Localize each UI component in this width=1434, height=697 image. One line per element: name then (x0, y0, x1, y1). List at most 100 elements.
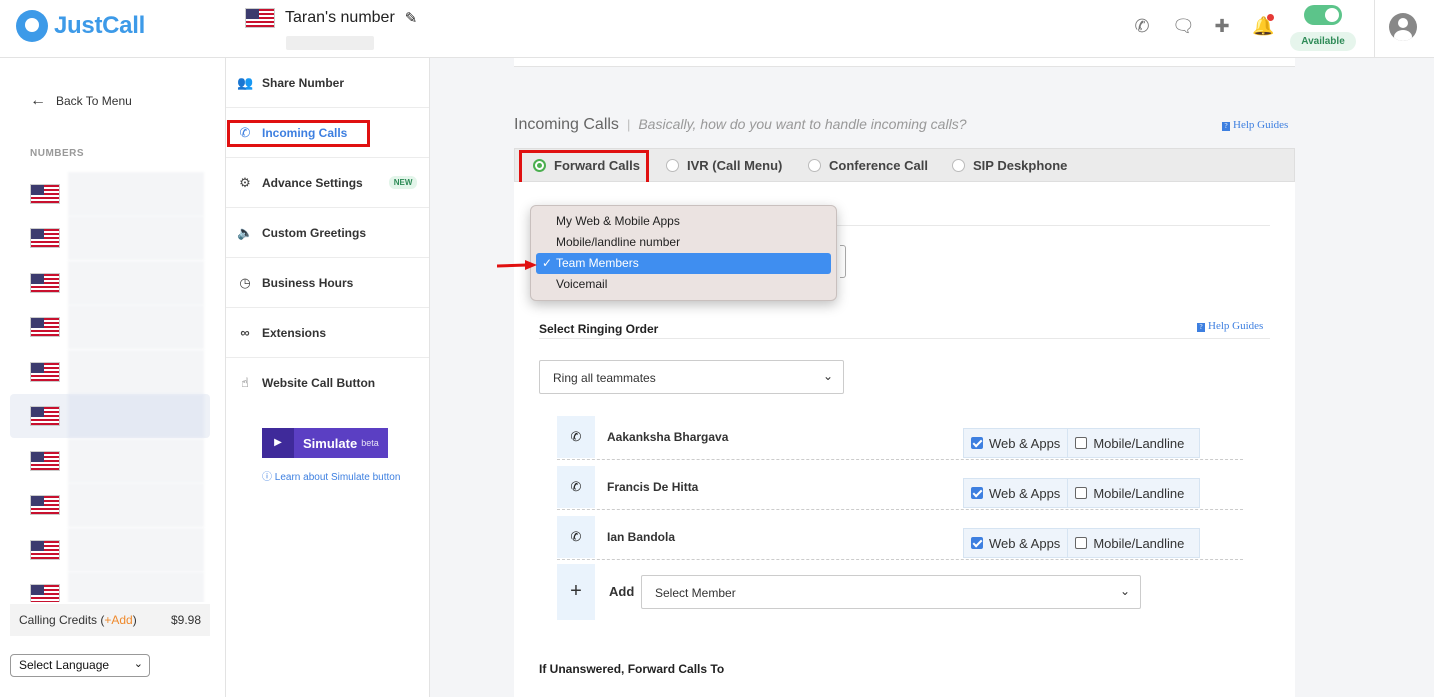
number-item[interactable] (10, 528, 210, 572)
number-redacted (286, 36, 374, 50)
edit-pencil-icon[interactable]: ✎ (405, 9, 418, 27)
main-content: Incoming Calls | Basically, how do you wan… (430, 58, 1434, 697)
simulate-button[interactable]: ▶ Simulate beta (262, 428, 388, 458)
back-to-menu-link[interactable]: ← Back To Menu (30, 92, 132, 110)
red-arrow-annotation (497, 260, 537, 270)
bell-icon[interactable]: 🔔 (1252, 14, 1274, 37)
highlight-box (519, 150, 649, 186)
menu-extensions[interactable]: ∞ Extensions (226, 308, 429, 358)
menu-share-number[interactable]: 👥 Share Number (226, 58, 429, 108)
checkbox (1075, 437, 1088, 449)
mobile-landline-checkbox[interactable]: Mobile/Landline (1067, 529, 1191, 557)
radio (666, 159, 679, 172)
select-member-value: Select Member (655, 586, 736, 600)
device-options: Web & Apps Mobile/Landline (963, 428, 1200, 458)
tab-label: SIP Deskphone (973, 158, 1068, 173)
dropdown-option-selected[interactable]: ✓ Team Members (536, 253, 831, 274)
member-name: Francis De Hitta (607, 480, 699, 494)
us-flag-icon (245, 8, 275, 28)
calling-credits: Calling Credits (+Add) $9.98 (10, 604, 210, 636)
checkbox-checked (971, 537, 983, 549)
learn-simulate-link[interactable]: ⓘ Learn about Simulate button (262, 468, 400, 483)
number-item[interactable] (10, 261, 210, 305)
divider (1374, 0, 1375, 58)
menu-custom-greetings[interactable]: 🔈 Custom Greetings (226, 208, 429, 258)
unanswered-title: If Unanswered, Forward Calls To (539, 662, 725, 676)
menu-label: Custom Greetings (262, 225, 367, 240)
new-badge: NEW (388, 176, 418, 189)
device-options: Web & Apps Mobile/Landline (963, 478, 1200, 508)
us-flag-icon (30, 273, 60, 293)
phone-icon: ✆ (557, 416, 595, 458)
number-item[interactable] (10, 439, 210, 483)
number-redacted (68, 216, 204, 260)
divider (539, 338, 1270, 339)
user-avatar-icon[interactable] (1389, 13, 1417, 41)
play-icon: ▶ (262, 428, 294, 458)
mobile-landline-checkbox[interactable]: Mobile/Landline (1067, 479, 1191, 507)
tab-ivr[interactable]: IVR (Call Menu) (666, 158, 782, 173)
chevron-down-icon: ⌄ (1119, 584, 1130, 598)
us-flag-icon (30, 495, 60, 515)
web-apps-checkbox[interactable]: Web & Apps (964, 429, 1067, 457)
number-item[interactable] (10, 572, 210, 602)
chat-icon[interactable]: 🗨 (1172, 16, 1195, 37)
help-guides-link[interactable]: ? Help Guides (1197, 320, 1263, 332)
justcall-logo[interactable]: JustCall (16, 10, 145, 42)
chevron-down-icon: ⌄ (822, 369, 833, 383)
number-item[interactable] (10, 483, 210, 527)
menu-website-call-button[interactable]: ☝ Website Call Button (226, 358, 429, 408)
logo-icon (16, 10, 48, 42)
us-flag-icon (30, 317, 60, 337)
apps-icon[interactable]: ✚ (1212, 16, 1232, 37)
number-item-selected[interactable] (10, 394, 210, 438)
help-guides-link[interactable]: ? Help Guides (1222, 119, 1288, 131)
section-heading: Incoming Calls (514, 116, 619, 133)
dropdown-option[interactable]: Mobile/landline number (531, 232, 836, 253)
menu-business-hours[interactable]: ◷ Business Hours (226, 258, 429, 308)
tab-label: Conference Call (829, 158, 928, 173)
section-separator: | (626, 117, 631, 132)
dropdown-option[interactable]: My Web & Mobile Apps (531, 211, 836, 232)
tab-sip-deskphone[interactable]: SIP Deskphone (952, 158, 1067, 173)
ringing-order-select[interactable]: Ring all teammates ⌄ (539, 360, 844, 394)
tab-label: IVR (Call Menu) (687, 158, 783, 173)
number-item[interactable] (10, 305, 210, 349)
credits-amount: $9.98 (170, 613, 201, 627)
radio (808, 159, 821, 172)
phone-icon[interactable]: ✆ (1132, 16, 1152, 37)
link-icon: ∞ (240, 325, 250, 340)
number-redacted (68, 528, 204, 572)
team-member-row: ✆ Aakanksha Bhargava Web & Apps Mobile/L… (557, 416, 1243, 460)
us-flag-icon (30, 228, 60, 248)
web-apps-checkbox[interactable]: Web & Apps (964, 479, 1067, 507)
phone-icon: ✆ (557, 516, 595, 558)
team-member-row: ✆ Francis De Hitta Web & Apps Mobile/Lan… (557, 466, 1243, 510)
forward-to-select[interactable] (840, 245, 846, 278)
add-member-button[interactable]: + (557, 564, 595, 620)
add-label: Add (609, 584, 635, 599)
option-label: Team Members (556, 256, 639, 270)
select-member-dropdown[interactable]: Select Member ⌄ (641, 575, 1141, 609)
ringing-order-value: Ring all teammates (553, 371, 656, 385)
menu-advance-settings[interactable]: ⚙ Advance Settings NEW (226, 158, 429, 208)
language-select[interactable]: Select Language ⌄ (10, 654, 150, 677)
menu-label: Business Hours (262, 275, 354, 290)
option-label: Web & Apps (989, 435, 1061, 451)
number-redacted (68, 394, 204, 438)
availability-toggle[interactable] (1304, 5, 1342, 25)
mobile-landline-checkbox[interactable]: Mobile/Landline (1067, 429, 1191, 457)
us-flag-icon (30, 184, 60, 204)
help-label: Help Guides (1208, 320, 1264, 332)
help-icon: ? (1197, 323, 1205, 332)
add-credits-link[interactable]: +Add (104, 613, 132, 627)
checkbox-checked (971, 487, 983, 499)
tab-conference-call[interactable]: Conference Call (808, 158, 928, 173)
speaker-icon: 🔈 (237, 224, 254, 240)
web-apps-checkbox[interactable]: Web & Apps (964, 529, 1067, 557)
number-item[interactable] (10, 172, 210, 216)
number-item[interactable] (10, 216, 210, 260)
dropdown-option[interactable]: Voicemail (531, 274, 836, 295)
number-item[interactable] (10, 350, 210, 394)
option-label: Mobile/Landline (1093, 485, 1185, 501)
